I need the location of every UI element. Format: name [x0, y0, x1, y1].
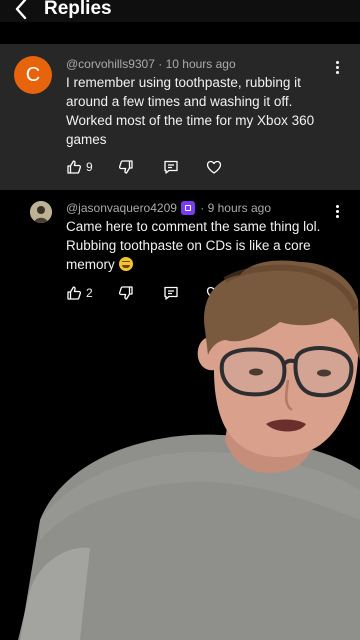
comment-text-line: Rubbing toothpaste on CDs is like a core: [66, 238, 311, 253]
heart-button[interactable]: [206, 282, 222, 304]
heart-icon: [206, 286, 222, 300]
dislike-button[interactable]: [118, 282, 134, 304]
comment-text-line: Came here to comment the same thing lol.: [66, 219, 321, 234]
thumbs-down-icon: [118, 160, 133, 174]
like-count: 2: [86, 286, 93, 300]
avatar[interactable]: C: [14, 56, 52, 94]
header-bar: Replies: [0, 0, 360, 22]
comment-icon: [164, 286, 178, 300]
comment-text: I remember using toothpaste, rubbing it …: [66, 73, 314, 149]
like-count: 9: [86, 160, 93, 174]
comment-menu-button[interactable]: [330, 203, 344, 221]
more-vertical-icon: [335, 61, 339, 64]
thumbs-up-icon: [67, 160, 82, 174]
comment-text-line: Worked most of the time for my Xbox 360: [66, 113, 315, 128]
dislike-button[interactable]: [118, 156, 134, 178]
avatar-image: [30, 201, 52, 223]
comment-text-line: around a few times and washing it off.: [66, 94, 293, 109]
like-button[interactable]: 2: [66, 282, 93, 304]
thumbs-down-icon: [118, 286, 133, 300]
reply-comment: @jasonvaquero4209 · 9 hours ago Came her…: [0, 190, 360, 310]
thumbs-up-icon: [67, 286, 82, 300]
avatar[interactable]: [30, 201, 52, 223]
comment-text: Came here to comment the same thing lol.…: [66, 217, 320, 274]
comment-meta: @jasonvaquero4209 · 9 hours ago: [66, 200, 271, 216]
screen: Replies C @corvohills9307 · 10 hours ago…: [0, 0, 360, 640]
comment-text-fragment: memory: [66, 257, 115, 272]
person-shoulder: [18, 547, 90, 640]
comment-text-line: games: [66, 132, 107, 147]
back-arrow-icon: [15, 0, 27, 20]
person-shirt: [20, 434, 360, 640]
meta-separator: ·: [158, 57, 163, 71]
comment-meta: @corvohills9307 · 10 hours ago: [66, 56, 236, 72]
comment-menu-button[interactable]: [330, 59, 344, 77]
heart-icon: [206, 160, 222, 174]
person-mouth: [266, 419, 306, 432]
more-vertical-icon: [335, 205, 339, 208]
reply-button[interactable]: [163, 282, 179, 304]
member-badge-icon: [180, 201, 195, 215]
meta-separator: ·: [200, 201, 205, 215]
comment-text-line: memory: [66, 255, 320, 274]
comment-time: 10 hours ago: [165, 57, 236, 71]
person-glasses: [219, 346, 354, 398]
comment-icon: [164, 160, 178, 174]
person-neck: [225, 410, 318, 473]
comment-actions: 2: [66, 282, 226, 304]
back-button[interactable]: [10, 0, 34, 22]
comment-time: 9 hours ago: [207, 201, 272, 215]
comment-author[interactable]: @jasonvaquero4209: [66, 201, 177, 215]
like-button[interactable]: 9: [66, 156, 93, 178]
page-title: Replies: [44, 0, 112, 19]
laughing-emoji-icon: [118, 257, 133, 271]
comment-text-line: I remember using toothpaste, rubbing it: [66, 75, 301, 90]
comment-author[interactable]: @corvohills9307: [66, 57, 155, 71]
heart-button[interactable]: [206, 156, 222, 178]
reply-button[interactable]: [163, 156, 179, 178]
parent-comment: C @corvohills9307 · 10 hours ago I remem…: [0, 44, 360, 190]
comment-actions: 9: [66, 156, 226, 178]
